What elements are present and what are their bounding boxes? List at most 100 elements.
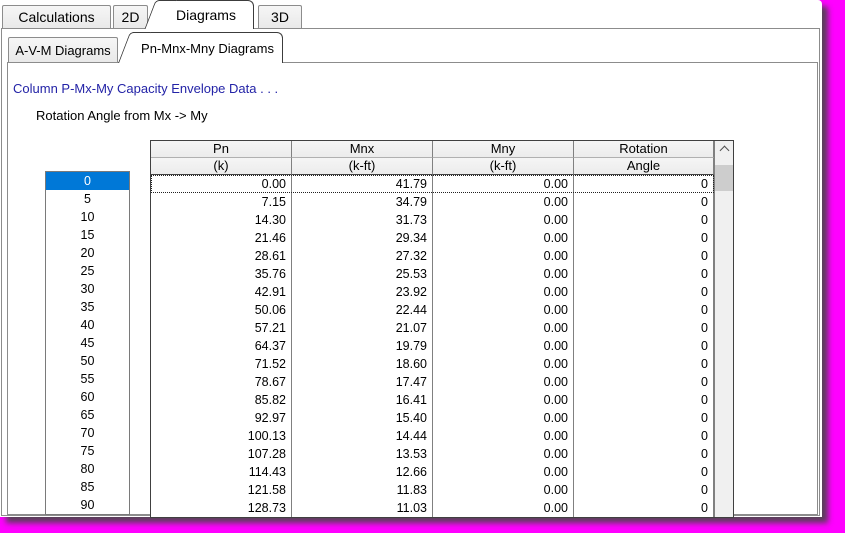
table-cell: 19.79 — [292, 337, 433, 355]
table-cell: 107.28 — [151, 445, 292, 463]
column-unit-mnx: (k-ft) — [292, 158, 433, 175]
angle-option[interactable]: 0 — [46, 172, 129, 190]
table-cell: 0 — [574, 481, 714, 499]
table-cell: 0.00 — [433, 337, 574, 355]
table-row[interactable]: 50.0622.440.000 — [151, 301, 714, 319]
table-cell: 41.79 — [292, 175, 433, 193]
angle-option[interactable]: 50 — [46, 352, 129, 370]
table-cell: 34.79 — [292, 193, 433, 211]
table-cell: 0.00 — [433, 373, 574, 391]
table-row[interactable]: 57.2121.070.000 — [151, 319, 714, 337]
table-row[interactable]: 92.9715.400.000 — [151, 409, 714, 427]
table-cell: 50.06 — [151, 301, 292, 319]
tab-diagrams[interactable]: Diagrams — [159, 0, 254, 29]
table-row[interactable]: 21.4629.340.000 — [151, 229, 714, 247]
table-cell: 0 — [574, 409, 714, 427]
angle-option[interactable]: 15 — [46, 226, 129, 244]
table-cell: 17.47 — [292, 373, 433, 391]
table-cell: 0.00 — [433, 427, 574, 445]
angle-option[interactable]: 55 — [46, 370, 129, 388]
scrollbar-thumb[interactable] — [715, 165, 733, 191]
angle-option[interactable]: 75 — [46, 442, 129, 460]
table-cell: 42.91 — [151, 283, 292, 301]
table-cell: 57.21 — [151, 319, 292, 337]
table-cell: 0 — [574, 211, 714, 229]
column-header-mny: Mny — [433, 141, 574, 158]
angle-option[interactable]: 65 — [46, 406, 129, 424]
subtab-pn-mnx-mny-diagrams-label: Pn-Mnx-Mny Diagrams — [141, 41, 274, 56]
chevron-up-icon — [719, 146, 729, 156]
table-cell: 0 — [574, 499, 714, 517]
table-cell: 128.73 — [151, 499, 292, 517]
table-cell: 22.44 — [292, 301, 433, 319]
angle-option[interactable]: 70 — [46, 424, 129, 442]
table-row[interactable]: 114.4312.660.000 — [151, 463, 714, 481]
angle-option[interactable]: 45 — [46, 334, 129, 352]
angle-option[interactable]: 80 — [46, 460, 129, 478]
subtab-pn-mnx-mny-diagrams[interactable]: Pn-Mnx-Mny Diagrams — [133, 32, 283, 63]
table-row[interactable]: 121.5811.830.000 — [151, 481, 714, 499]
table-cell: 23.92 — [292, 283, 433, 301]
table-row[interactable]: 71.5218.600.000 — [151, 355, 714, 373]
table-cell: 18.60 — [292, 355, 433, 373]
table-cell: 0 — [574, 301, 714, 319]
angle-option[interactable]: 20 — [46, 244, 129, 262]
table-row[interactable]: 42.9123.920.000 — [151, 283, 714, 301]
table-row[interactable]: 107.2813.530.000 — [151, 445, 714, 463]
table-body: 0.0041.790.0007.1534.790.00014.3031.730.… — [151, 175, 714, 517]
tab-calculations[interactable]: Calculations — [2, 5, 111, 28]
table-row[interactable]: 85.8216.410.000 — [151, 391, 714, 409]
table-row[interactable]: 64.3719.790.000 — [151, 337, 714, 355]
scrollbar-up-button[interactable] — [715, 147, 733, 163]
table-cell: 0.00 — [433, 499, 574, 517]
angle-option[interactable]: 5 — [46, 190, 129, 208]
table-cell: 14.30 — [151, 211, 292, 229]
tab-2d[interactable]: 2D — [113, 5, 148, 28]
table-row[interactable]: 78.6717.470.000 — [151, 373, 714, 391]
angle-option[interactable]: 60 — [46, 388, 129, 406]
table-row[interactable]: 7.1534.790.000 — [151, 193, 714, 211]
table-scrollbar[interactable] — [714, 141, 733, 517]
table-cell: 0.00 — [433, 247, 574, 265]
table-cell: 0.00 — [433, 265, 574, 283]
envelope-table: Pn Mnx Mny Rotation (k) (k-ft) (k-ft) An… — [150, 140, 734, 518]
table-cell: 64.37 — [151, 337, 292, 355]
table-cell: 0 — [574, 391, 714, 409]
table-row[interactable]: 128.7311.030.000 — [151, 499, 714, 517]
angle-listbox[interactable]: 051015202530354045505560657075808590 — [45, 171, 130, 515]
angle-option[interactable]: 85 — [46, 478, 129, 496]
table-row[interactable]: 100.1314.440.000 — [151, 427, 714, 445]
tab-3d-label: 3D — [271, 9, 289, 25]
table-cell: 0 — [574, 283, 714, 301]
table-cell: 0 — [574, 373, 714, 391]
angle-option[interactable]: 40 — [46, 316, 129, 334]
table-cell: 13.53 — [292, 445, 433, 463]
table-row[interactable]: 0.0041.790.000 — [151, 175, 714, 193]
angle-option[interactable]: 90 — [46, 496, 129, 514]
table-cell: 0 — [574, 265, 714, 283]
angle-option[interactable]: 30 — [46, 280, 129, 298]
table-cell: 11.83 — [292, 481, 433, 499]
app-window: Calculations 2D Diagrams 3D A-V-M Diagra… — [0, 0, 822, 517]
table-header-row-names: Pn Mnx Mny Rotation — [151, 141, 714, 158]
angle-option[interactable]: 10 — [46, 208, 129, 226]
table-cell: 31.73 — [292, 211, 433, 229]
table-row[interactable]: 14.3031.730.000 — [151, 211, 714, 229]
angle-option[interactable]: 35 — [46, 298, 129, 316]
tab-2d-label: 2D — [122, 9, 140, 25]
table-cell: 12.66 — [292, 463, 433, 481]
table-cell: 0.00 — [433, 481, 574, 499]
subtab-avm-diagrams[interactable]: A-V-M Diagrams — [8, 37, 118, 62]
angle-option[interactable]: 25 — [46, 262, 129, 280]
table-cell: 0.00 — [433, 319, 574, 337]
table-cell: 0.00 — [433, 175, 574, 193]
column-unit-mny: (k-ft) — [433, 158, 574, 175]
table-cell: 0 — [574, 337, 714, 355]
column-unit-rotation: Angle — [574, 158, 714, 175]
table-row[interactable]: 28.6127.320.000 — [151, 247, 714, 265]
table-cell: 29.34 — [292, 229, 433, 247]
table-cell: 27.32 — [292, 247, 433, 265]
table-cell: 0 — [574, 229, 714, 247]
tab-3d[interactable]: 3D — [258, 5, 302, 28]
table-row[interactable]: 35.7625.530.000 — [151, 265, 714, 283]
